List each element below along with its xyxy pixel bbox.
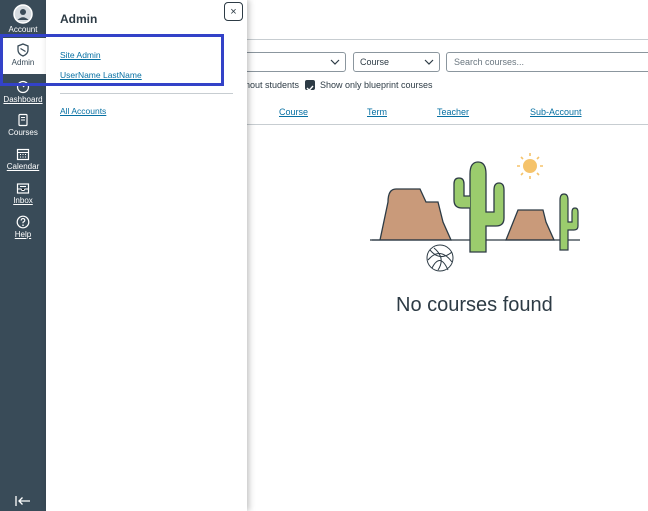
chevron-down-icon [330, 59, 340, 65]
nav-inbox-label: Inbox [13, 196, 33, 205]
tray-title: Admin [60, 12, 98, 26]
tray-close-button[interactable]: × [224, 2, 243, 21]
nav-courses[interactable]: Courses [0, 113, 46, 137]
global-nav: Account Admin Dashboard Courses Calendar [0, 0, 46, 511]
hide-without-students-label: nout students [245, 80, 300, 90]
nav-help-label: Help [14, 230, 32, 239]
nav-account[interactable]: Account [0, 4, 46, 34]
dashboard-icon [16, 80, 30, 94]
desert-cactus-illustration [370, 153, 580, 272]
tray-divider [60, 93, 233, 94]
all-accounts-link[interactable]: All Accounts [60, 106, 106, 116]
sun-icon [517, 153, 543, 179]
nav-inbox[interactable]: Inbox [0, 181, 46, 205]
nav-help[interactable]: Help [0, 215, 46, 239]
blueprint-label: Show only blueprint courses [320, 80, 433, 90]
account-avatar-icon [13, 4, 33, 24]
column-header-teacher[interactable]: Teacher [437, 107, 469, 117]
nav-admin[interactable]: Admin [0, 38, 46, 74]
column-header-sub-account[interactable]: Sub-Account [530, 107, 582, 117]
checkmark-icon [306, 85, 314, 92]
admin-tray: Admin × Site Admin UserName LastName All… [46, 0, 247, 511]
collapse-nav-icon[interactable] [14, 495, 32, 507]
nav-dashboard[interactable]: Dashboard [0, 80, 46, 104]
tumbleweed-icon [426, 244, 454, 272]
nav-calendar[interactable]: Calendar [0, 147, 46, 171]
search-placeholder: Search courses... [454, 57, 525, 67]
blueprint-checkbox[interactable] [305, 80, 315, 92]
nav-dashboard-label: Dashboard [3, 95, 43, 104]
course-type-select[interactable]: Course [353, 52, 440, 72]
nav-courses-label: Courses [8, 128, 38, 137]
nav-calendar-label: Calendar [6, 162, 40, 171]
course-type-select-value: Course [360, 57, 390, 67]
no-courses-message: No courses found [396, 294, 553, 316]
site-admin-link[interactable]: Site Admin [60, 50, 101, 60]
help-question-icon [16, 215, 30, 229]
nav-account-label: Account [8, 25, 38, 34]
column-header-term[interactable]: Term [367, 107, 387, 117]
user-account-link[interactable]: UserName LastName [60, 70, 142, 80]
inbox-icon [16, 183, 30, 194]
nav-admin-label: Admin [11, 58, 35, 67]
calendar-icon [16, 148, 30, 161]
column-header-course[interactable]: Course [279, 107, 308, 117]
chevron-down-icon [424, 59, 434, 65]
close-icon: × [230, 5, 237, 18]
search-courses-input[interactable]: Search courses... [446, 52, 648, 72]
courses-book-icon [18, 113, 28, 127]
shield-icon [17, 43, 29, 57]
